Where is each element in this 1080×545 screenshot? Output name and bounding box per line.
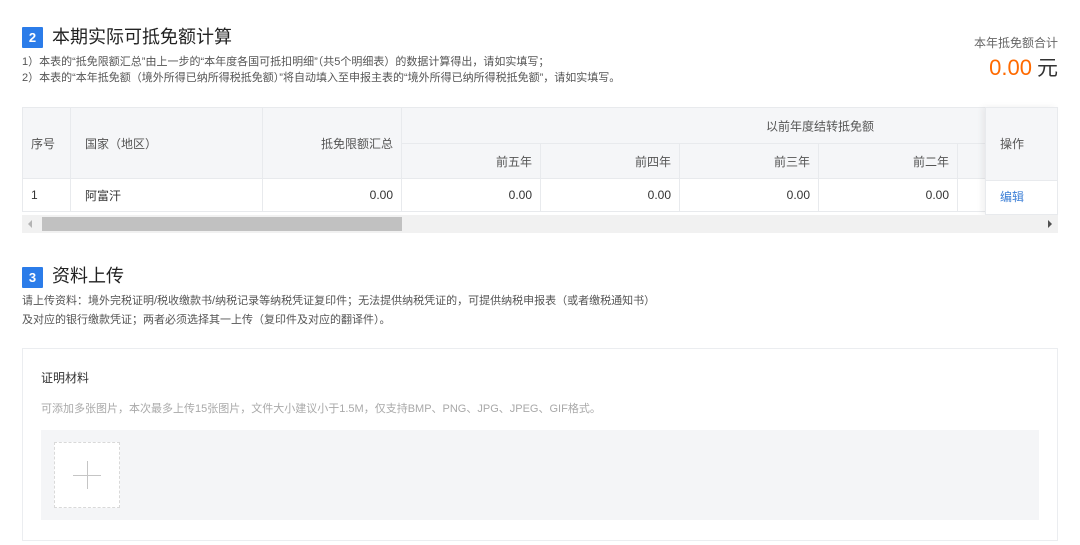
add-image-button[interactable]	[54, 442, 120, 508]
cell-clipped	[957, 178, 985, 212]
scroll-left-arrow-icon[interactable]	[22, 215, 39, 233]
column-header-carryover-group-label: 以前年度结转抵免额	[765, 119, 875, 133]
scroll-right-arrow-icon[interactable]	[1041, 215, 1058, 233]
column-header-clipped	[957, 143, 985, 179]
section-note: 1）本表的“抵免限额汇总”由上一步的“本年度各国可抵扣明细”（共5个明细表）的数…	[22, 56, 550, 68]
cell-carryover-year-3: 0.00	[679, 178, 819, 212]
column-header-action: 操作	[986, 107, 1057, 181]
cell-carryover-year-2: 0.00	[818, 178, 958, 212]
cell-country: 阿富汗	[70, 178, 263, 212]
scroll-thumb[interactable]	[42, 217, 402, 231]
cell-index: 1	[22, 178, 71, 212]
credit-table-scroll-view: 序号 国家（地区） 抵免限额汇总 以前年度结转抵免额 前五年 前四年 前三年 前…	[22, 107, 985, 215]
table-row: 1 阿富汗 0.00 0.00 0.00 0.00 0.00	[22, 178, 985, 212]
table-header-row: 序号 国家（地区） 抵免限额汇总 以前年度结转抵免额	[22, 107, 985, 179]
upload-hint: 可添加多张图片，本次最多上传15张图片，文件大小建议小于1.5M，仅支持BMP、…	[41, 403, 601, 415]
credit-table-grid: 序号 国家（地区） 抵免限额汇总 以前年度结转抵免额 前五年 前四年 前三年 前…	[22, 107, 985, 212]
plus-icon	[55, 443, 119, 507]
credit-table: 序号 国家（地区） 抵免限额汇总 以前年度结转抵免额 前五年 前四年 前三年 前…	[22, 107, 1058, 215]
horizontal-scrollbar[interactable]	[22, 215, 1058, 233]
edit-link[interactable]: 编辑	[1000, 190, 1024, 204]
annual-credit-total: 本年抵免额合计 0.00 元	[974, 35, 1058, 85]
column-header-index: 序号	[22, 107, 71, 179]
action-column: 操作 编辑	[985, 107, 1058, 215]
currency-unit: 元	[1037, 57, 1058, 80]
section-title: 资料上传	[52, 266, 124, 286]
annual-credit-total-value: 0.00	[989, 55, 1032, 80]
section-notes: 1）本表的“抵免限额汇总”由上一步的“本年度各国可抵扣明细”（共5个明细表）的数…	[22, 54, 620, 86]
page: 2 本期实际可抵免额计算 1）本表的“抵免限额汇总”由上一步的“本年度各国可抵扣…	[0, 0, 1080, 545]
cell-action: 编辑	[986, 181, 1057, 215]
section-notes: 请上传资料：境外完税证明/税收缴款书/纳税记录等纳税凭证复印件；无法提供纳税凭证…	[22, 292, 655, 330]
section-title: 本期实际可抵免额计算	[52, 27, 232, 47]
section-note: 请上传资料：境外完税证明/税收缴款书/纳税记录等纳税凭证复印件；无法提供纳税凭证…	[22, 295, 656, 307]
column-header-year-5: 前五年	[401, 143, 541, 179]
column-header-year-2: 前二年	[818, 143, 958, 179]
upload-card: 证明材料 可添加多张图片，本次最多上传15张图片，文件大小建议小于1.5M，仅支…	[22, 348, 1058, 541]
annual-credit-total-amount: 0.00 元	[974, 54, 1058, 85]
section-number-badge: 2	[22, 27, 43, 48]
cell-carryover-year-5: 0.00	[401, 178, 541, 212]
section-number-badge: 3	[22, 267, 43, 288]
section-note: 2）本表的“本年抵免额（境外所得已纳所得税抵免额）”将自动填入至申报主表的“境外…	[22, 72, 621, 84]
cell-credit-limit: 0.00	[262, 178, 402, 212]
cell-carryover-year-4: 0.00	[540, 178, 680, 212]
column-header-country: 国家（地区）	[70, 107, 263, 179]
column-header-year-3: 前三年	[679, 143, 819, 179]
section-note: 及对应的银行缴款凭证；两者必须选择其一上传（复印件及对应的翻译件）。	[22, 314, 391, 326]
annual-credit-total-label: 本年抵免额合计	[973, 36, 1058, 50]
column-header-carryover-group: 以前年度结转抵免额	[401, 107, 985, 144]
image-list-area	[41, 430, 1039, 520]
column-header-credit-limit: 抵免限额汇总	[262, 107, 402, 179]
column-header-year-4: 前四年	[540, 143, 680, 179]
upload-title: 证明材料	[41, 371, 90, 385]
